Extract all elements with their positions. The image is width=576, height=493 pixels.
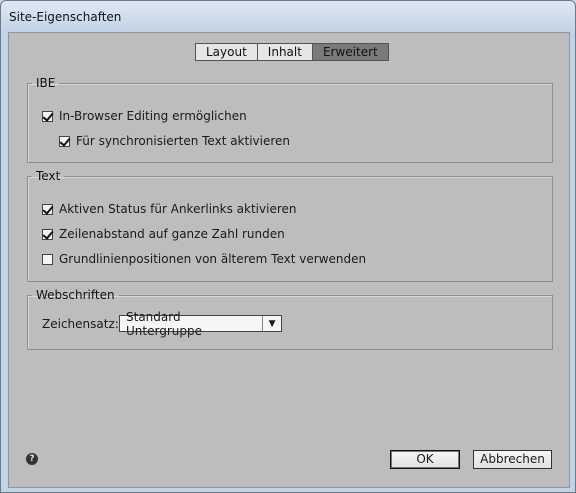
sync-text-label: Für synchronisierten Text aktivieren bbox=[76, 134, 291, 148]
tab-erweitert[interactable]: Erweitert bbox=[311, 43, 389, 61]
help-icon[interactable]: ? bbox=[26, 453, 38, 465]
round-line-height-checkbox[interactable] bbox=[42, 228, 53, 240]
ibe-legend: IBE bbox=[36, 76, 56, 90]
ok-button[interactable]: OK bbox=[390, 450, 460, 469]
dialog-window: Site-Eigenschaften Layout Inhalt Erweite… bbox=[0, 0, 576, 493]
anchor-status-option[interactable]: Aktiven Status für Ankerlinks aktivieren bbox=[42, 202, 297, 216]
dialog-body: Layout Inhalt Erweitert IBE In-Browser E… bbox=[8, 32, 570, 488]
enable-editing-checkbox[interactable] bbox=[42, 110, 53, 122]
legacy-baseline-checkbox[interactable] bbox=[42, 253, 53, 265]
round-line-height-label: Zeilenabstand auf ganze Zahl runden bbox=[59, 227, 285, 241]
sync-text-option[interactable]: Für synchronisierten Text aktivieren bbox=[59, 134, 290, 148]
tab-bar: Layout Inhalt Erweitert bbox=[195, 43, 389, 61]
enable-editing-label: In-Browser Editing ermöglichen bbox=[59, 109, 247, 123]
charset-label: Zeichensatz: bbox=[42, 317, 119, 331]
enable-editing-option[interactable]: In-Browser Editing ermöglichen bbox=[42, 109, 247, 123]
chevron-down-icon[interactable]: ▼ bbox=[262, 316, 281, 331]
webfonts-legend: Webschriften bbox=[36, 288, 115, 302]
tab-layout[interactable]: Layout bbox=[195, 43, 258, 61]
sync-text-checkbox[interactable] bbox=[59, 135, 70, 147]
anchor-status-label: Aktiven Status für Ankerlinks aktivieren bbox=[59, 202, 297, 216]
charset-value: Standard Untergruppe bbox=[126, 309, 202, 338]
tab-inhalt[interactable]: Inhalt bbox=[256, 43, 313, 61]
cancel-button[interactable]: Abbrechen bbox=[473, 450, 552, 469]
window-title: Site-Eigenschaften bbox=[9, 10, 122, 24]
charset-dropdown[interactable]: Standard Untergruppe ▼ bbox=[119, 310, 282, 338]
legacy-baseline-label: Grundlinienpositionen von älterem Text v… bbox=[59, 252, 367, 266]
text-legend: Text bbox=[36, 169, 61, 183]
round-line-height-option[interactable]: Zeilenabstand auf ganze Zahl runden bbox=[42, 227, 285, 241]
title-bar[interactable]: Site-Eigenschaften bbox=[1, 1, 575, 33]
anchor-status-checkbox[interactable] bbox=[42, 203, 53, 215]
legacy-baseline-option[interactable]: Grundlinienpositionen von älterem Text v… bbox=[42, 252, 366, 266]
